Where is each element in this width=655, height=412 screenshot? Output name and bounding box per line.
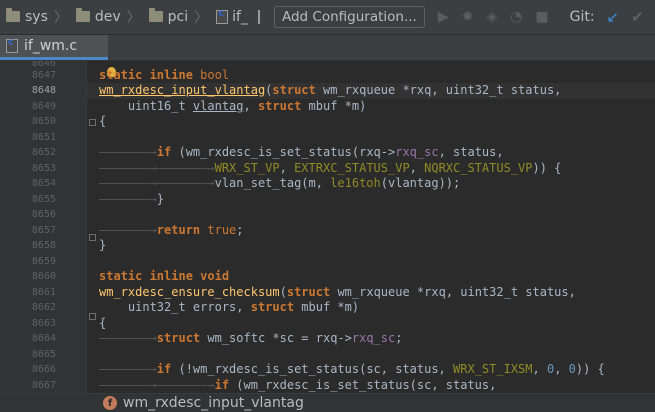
breadcrumb-pci[interactable]: pci 〉 xyxy=(143,7,210,27)
code-line: static inline void xyxy=(99,269,230,283)
breadcrumb-sys[interactable]: sys 〉 xyxy=(0,7,70,27)
line-number: 8654 xyxy=(31,178,56,189)
c-file-icon xyxy=(6,37,18,53)
line-number: 8661 xyxy=(31,287,56,298)
breadcrumb-file[interactable]: if_ xyxy=(210,8,248,25)
add-configuration-button[interactable]: Add Configuration... xyxy=(273,6,425,28)
line-number: 8657 xyxy=(31,225,56,236)
line-number-gutter: 8646 8647 8648 8649 8650 8651 8652 8653 … xyxy=(0,61,87,411)
line-number: 8663 xyxy=(31,318,56,329)
line-number: 8664 xyxy=(31,333,56,344)
git-commit-icon[interactable]: ✔ xyxy=(631,8,644,26)
fold-marker-icon[interactable] xyxy=(89,119,96,126)
navigation-bar: sys 〉 dev 〉 pci 〉 if_ Add Configuration.… xyxy=(0,0,655,35)
fold-marker-icon[interactable] xyxy=(89,313,96,320)
line-number: 8659 xyxy=(31,256,56,267)
fold-marker-icon[interactable] xyxy=(89,234,96,241)
tab-label: if_wm.c xyxy=(24,38,78,54)
debug-icon[interactable]: ✹ xyxy=(462,9,474,25)
code-line: wm_rxdesc_ensure_checksum(struct wm_rxqu… xyxy=(99,285,576,299)
line-number: 8648 xyxy=(31,85,56,96)
breadcrumb-separator: 〉 xyxy=(53,10,68,26)
line-number: 8652 xyxy=(31,147,56,158)
code-line: ———————→return true; xyxy=(99,223,244,237)
code-line: ———————→———————→vlan_set_tag(m, le16toh(… xyxy=(99,176,461,190)
line-number: 8656 xyxy=(31,209,56,220)
code-line: uint32_t errors, struct mbuf *m) xyxy=(99,300,360,314)
function-icon: f xyxy=(103,396,117,410)
line-number: 8649 xyxy=(31,101,56,112)
editor-tab-bar: if_wm.c xyxy=(0,35,655,61)
line-number: 8666 xyxy=(31,364,56,375)
code-editor[interactable]: 8646 8647 8648 8649 8650 8651 8652 8653 … xyxy=(0,61,655,411)
git-label: Git: xyxy=(569,9,595,25)
folder-icon xyxy=(148,7,163,22)
stop-icon[interactable]: ■ xyxy=(535,9,548,25)
breadcrumb-label: pci xyxy=(167,9,189,25)
code-line: wm_rxdesc_input_vlantag(struct wm_rxqueu… xyxy=(99,83,562,97)
code-line: ———————→struct wm_softc *sc = rxq->rxq_s… xyxy=(99,331,403,345)
code-line: uint16_t vlantag, struct mbuf *m) xyxy=(99,99,367,113)
line-number: 8651 xyxy=(31,132,56,143)
line-number: 8660 xyxy=(31,271,56,282)
coverage-icon[interactable]: ◈ xyxy=(486,9,497,25)
folder-icon xyxy=(75,7,90,22)
window-icon[interactable] xyxy=(257,10,260,24)
line-number: 8655 xyxy=(31,194,56,205)
line-number: 8658 xyxy=(31,240,56,251)
code-breadcrumb-bar: f wm_rxdesc_input_vlantag xyxy=(0,393,655,412)
code-line: ———————→if (!wm_rxdesc_is_set_status(sc,… xyxy=(99,362,605,376)
breadcrumb-separator: 〉 xyxy=(126,10,141,26)
line-number: 8667 xyxy=(31,380,56,391)
line-number: 8665 xyxy=(31,349,56,360)
code-line: } xyxy=(99,238,107,252)
git-update-icon[interactable]: ↙ xyxy=(607,8,620,26)
breadcrumb-separator: 〉 xyxy=(194,10,209,26)
code-line: static inline bool xyxy=(99,68,230,82)
code-line: { xyxy=(99,114,107,128)
breadcrumb-label: sys xyxy=(25,9,48,25)
profile-icon[interactable]: ◔ xyxy=(510,9,522,25)
code-line: ———————→if (wm_rxdesc_is_set_status(rxq-… xyxy=(99,145,504,159)
code-line: ———————→} xyxy=(99,192,165,206)
line-number: 8653 xyxy=(31,163,56,174)
line-number: 8662 xyxy=(31,302,56,313)
code-line: ———————→———————→WRX_ST_VP, EXTRXC_STATUS… xyxy=(99,161,562,175)
breadcrumb-dev[interactable]: dev 〉 xyxy=(70,7,143,27)
line-number: 8650 xyxy=(31,116,56,127)
tab-if-wm-c[interactable]: if_wm.c xyxy=(0,35,108,60)
folder-icon xyxy=(6,7,20,22)
breadcrumb-label: dev xyxy=(94,9,121,25)
breadcrumb-label: if_ xyxy=(232,9,248,25)
function-breadcrumb[interactable]: wm_rxdesc_input_vlantag xyxy=(123,395,304,411)
line-number: 8647 xyxy=(31,70,56,81)
code-line: { xyxy=(99,316,107,330)
c-file-icon xyxy=(216,8,229,24)
run-icon[interactable]: ▶ xyxy=(438,9,449,25)
code-line: ———————→———————→if (wm_rxdesc_is_set_sta… xyxy=(99,378,497,392)
